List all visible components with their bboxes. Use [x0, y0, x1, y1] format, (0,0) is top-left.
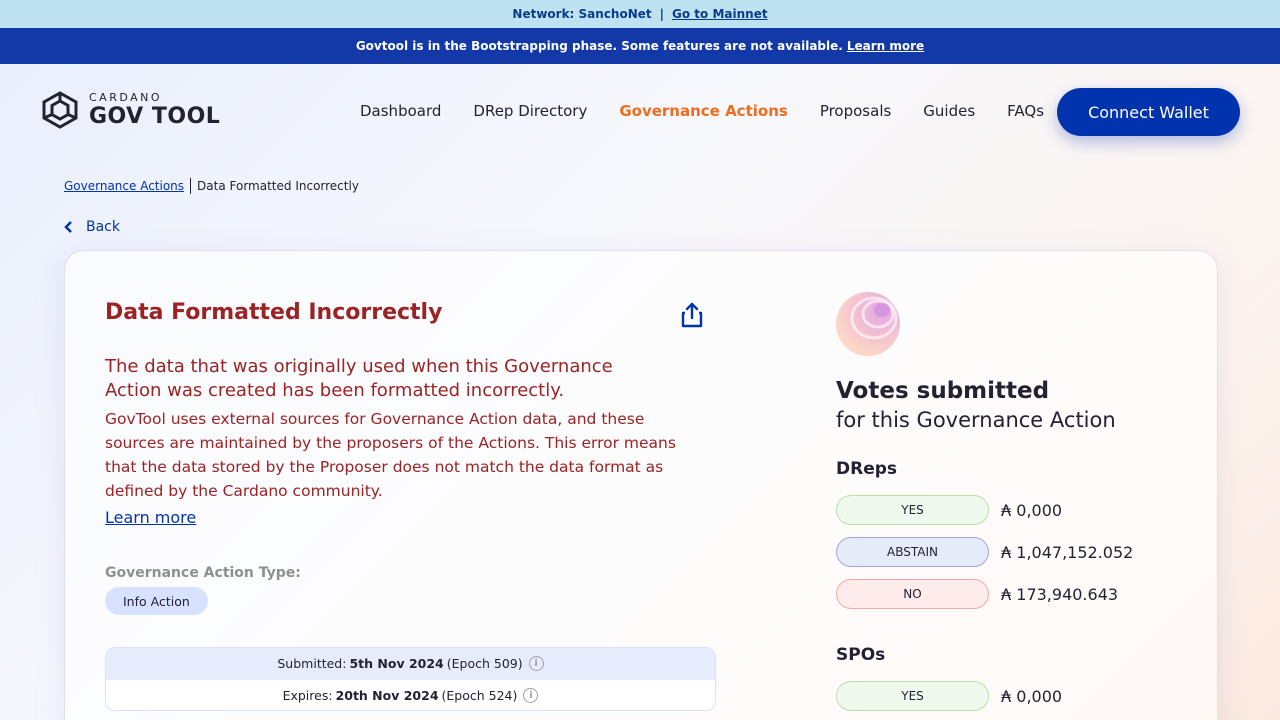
- network-label: Network: SanchoNet: [512, 7, 652, 21]
- vote-chip-abstain: ABSTAIN: [836, 537, 989, 567]
- drep-vote-row: ABSTAIN ₳ 1,047,152.052: [836, 537, 1133, 567]
- cardano-hex-logo-icon: [42, 91, 78, 129]
- vote-chip-yes: YES: [836, 681, 989, 711]
- breadcrumb-current: Data Formatted Incorrectly: [197, 179, 359, 193]
- site-header: CARDANO GOV TOOL Dashboard DRep Director…: [0, 64, 1280, 160]
- nav-dashboard[interactable]: Dashboard: [360, 102, 441, 120]
- action-type-label: Governance Action Type:: [105, 565, 301, 581]
- error-body: GovTool uses external sources for Govern…: [105, 410, 676, 500]
- vote-chip-no: NO: [836, 579, 989, 609]
- vote-amount: ₳ 1,047,152.052: [1001, 542, 1134, 562]
- drep-vote-row: YES ₳ 0,000: [836, 495, 1062, 525]
- nav-guides[interactable]: Guides: [923, 102, 975, 120]
- spo-vote-row: YES ₳ 0,000: [836, 681, 1062, 711]
- drep-vote-row: NO ₳ 173,940.643: [836, 579, 1118, 609]
- action-type-chip: Info Action: [105, 587, 208, 615]
- logo-line-2: GOV TOOL: [89, 104, 221, 129]
- nav-drep-directory[interactable]: DRep Directory: [473, 102, 587, 120]
- vote-chip-yes: YES: [836, 495, 989, 525]
- nav-proposals[interactable]: Proposals: [820, 102, 891, 120]
- bootstrap-banner: Govtool is in the Bootstrapping phase. S…: [0, 28, 1280, 64]
- network-separator: |: [659, 7, 665, 21]
- go-to-mainnet-link[interactable]: Go to Mainnet: [672, 7, 768, 21]
- back-button[interactable]: Back: [64, 219, 120, 235]
- votes-subtitle: for this Governance Action: [836, 408, 1116, 432]
- breadcrumb-divider: [190, 178, 192, 194]
- share-icon[interactable]: [679, 301, 705, 329]
- expires-epoch: (Epoch 524): [441, 687, 518, 703]
- vote-amount: ₳ 0,000: [1001, 500, 1063, 520]
- dates-box: Submitted: 5th Nov 2024 (Epoch 509) i Ex…: [105, 647, 716, 711]
- error-heading: The data that was originally used when t…: [105, 356, 613, 401]
- expires-label: Expires:: [282, 687, 333, 703]
- submitted-row: Submitted: 5th Nov 2024 (Epoch 509) i: [106, 648, 715, 679]
- network-banner: Network: SanchoNet | Go to Mainnet: [0, 0, 1280, 28]
- submitted-epoch: (Epoch 509): [446, 656, 523, 671]
- submitted-date: 5th Nov 2024: [349, 656, 444, 671]
- action-title: Data Formatted Incorrectly: [105, 300, 443, 325]
- vote-amount: ₳ 173,940.643: [1001, 584, 1119, 604]
- main-nav: Dashboard DRep Directory Governance Acti…: [360, 102, 1076, 120]
- spos-label: SPOs: [836, 645, 886, 665]
- info-icon[interactable]: i: [528, 656, 544, 671]
- bootstrap-message: Govtool is in the Bootstrapping phase. S…: [355, 39, 843, 53]
- votes-orb-icon: [836, 292, 900, 356]
- logo-wordmark: CARDANO GOV TOOL: [89, 92, 220, 128]
- expires-row: Expires: 20th Nov 2024 (Epoch 524) i: [106, 679, 715, 710]
- expires-date: 20th Nov 2024: [335, 687, 439, 703]
- back-label: Back: [86, 219, 120, 235]
- info-icon[interactable]: i: [523, 687, 539, 703]
- logo-line-1: CARDANO: [89, 91, 163, 104]
- governance-action-card: Data Formatted Incorrectly The data that…: [64, 250, 1218, 720]
- nav-governance-actions[interactable]: Governance Actions: [619, 102, 787, 120]
- connect-wallet-button[interactable]: Connect Wallet: [1057, 88, 1240, 136]
- votes-title: Votes submitted: [836, 378, 1050, 404]
- learn-more-link[interactable]: Learn more: [105, 508, 196, 527]
- bootstrap-learn-more-link[interactable]: Learn more: [847, 39, 924, 53]
- nav-faqs[interactable]: FAQs: [1007, 102, 1044, 120]
- breadcrumb-governance-actions[interactable]: Governance Actions: [64, 179, 184, 193]
- chevron-left-icon: [64, 221, 72, 233]
- submitted-label: Submitted:: [277, 656, 347, 671]
- govtool-logo[interactable]: CARDANO GOV TOOL: [40, 91, 220, 129]
- vote-amount: ₳ 0,000: [1001, 686, 1063, 706]
- breadcrumb: Governance Actions Data Formatted Incorr…: [64, 178, 359, 194]
- dreps-label: DReps: [836, 459, 898, 479]
